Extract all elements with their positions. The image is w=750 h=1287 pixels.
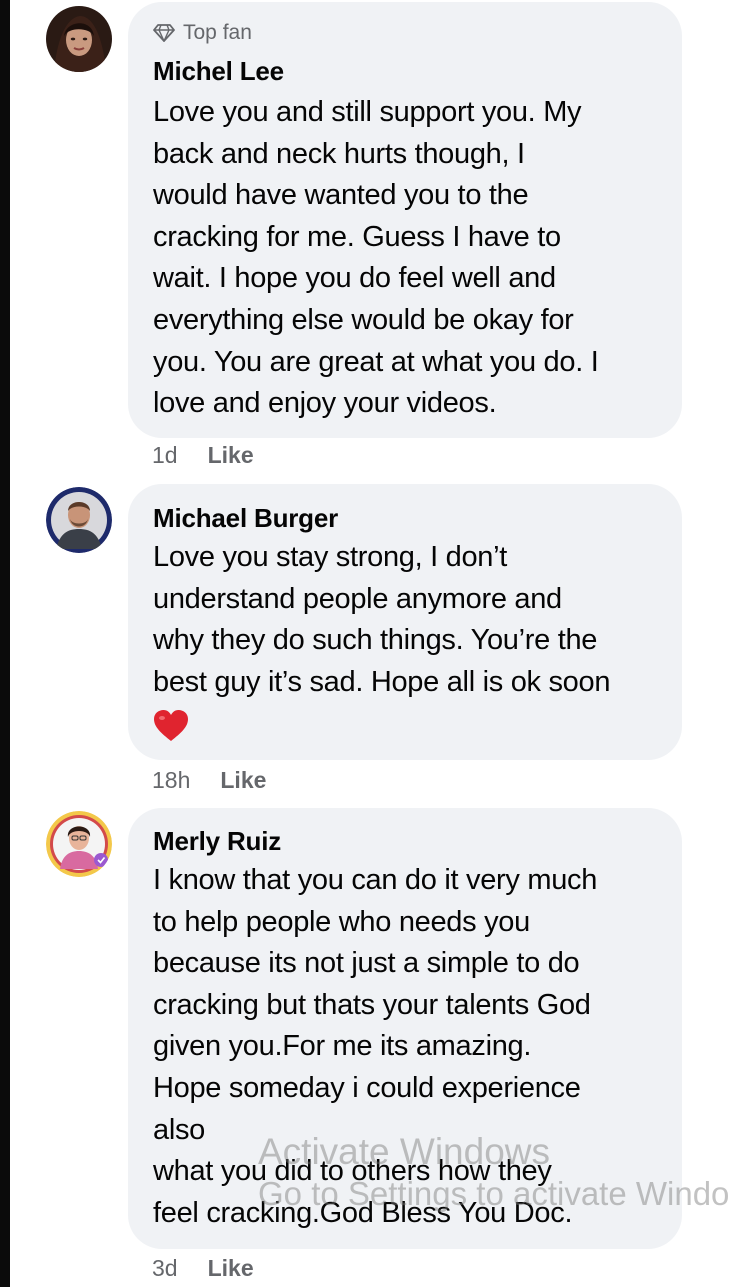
comment-line: you. You are great at what you do. I xyxy=(153,345,599,378)
comment-line: would have wanted you to the xyxy=(153,179,529,212)
avatar-michael-burger[interactable] xyxy=(46,487,112,553)
comment-line: to help people who needs you xyxy=(153,905,530,938)
like-button[interactable]: Like xyxy=(208,1255,254,1282)
comment-timestamp[interactable]: 18h xyxy=(152,767,190,794)
comment-line: back and neck hurts though, I xyxy=(153,137,525,170)
comment-line: why they do such things. You’re the xyxy=(153,624,598,657)
comment-line: Hope someday i could experience xyxy=(153,1071,581,1104)
comment-line: also xyxy=(153,1113,205,1146)
comment-meta: 18h Like xyxy=(152,765,266,795)
comment-text: Love you and still support you. My back … xyxy=(153,92,658,425)
comment-line: cracking for me. Guess I have to xyxy=(153,220,561,253)
comment-meta: 1d Like xyxy=(152,440,254,470)
comment-line: Love you and still support you. My xyxy=(153,96,582,128)
window-edge xyxy=(0,0,10,1287)
heart-emoji xyxy=(153,709,189,748)
comment-line: love and enjoy your videos. xyxy=(153,387,497,420)
comment-line: I know that you can do it very much xyxy=(153,864,598,896)
comment-bubble: Michael Burger Love you stay strong, I d… xyxy=(128,484,682,760)
avatar-michel-lee[interactable] xyxy=(46,6,112,72)
comment-line: wait. I hope you do feel well and xyxy=(153,262,556,295)
like-button[interactable]: Like xyxy=(220,767,266,794)
comment-line: feel cracking.God Bless You Doc. xyxy=(153,1196,573,1229)
comment-line: given you.For me its amazing. xyxy=(153,1030,532,1063)
diamond-icon xyxy=(153,24,175,42)
comment-line: Love you stay strong, I don’t xyxy=(153,541,508,573)
comment-timestamp[interactable]: 1d xyxy=(152,442,178,469)
comment-text: I know that you can do it very much to h… xyxy=(153,860,658,1234)
top-fan-badge: Top fan xyxy=(153,18,658,48)
comment-line: best guy it’s sad. Hope all is ok soon xyxy=(153,665,611,698)
badge-label: Top fan xyxy=(183,21,252,44)
comment-timestamp[interactable]: 3d xyxy=(152,1255,178,1282)
like-button[interactable]: Like xyxy=(208,442,254,469)
comment-line: understand people anymore and xyxy=(153,582,562,615)
comment-author[interactable]: Michael Burger xyxy=(153,501,658,535)
comment-line: because its not just a simple to do xyxy=(153,947,580,980)
comment-author[interactable]: Merly Ruiz xyxy=(153,824,658,858)
comment-line: everything else would be okay for xyxy=(153,303,574,336)
comment-bubble: Merly Ruiz I know that you can do it ver… xyxy=(128,808,682,1249)
comment-line: cracking but thats your talents God xyxy=(153,988,591,1021)
comment-author[interactable]: Michel Lee xyxy=(153,54,658,88)
comment-line: what you did to others how they xyxy=(153,1155,552,1188)
comment-meta: 3d Like xyxy=(152,1253,254,1283)
comment-text: Love you stay strong, I don’t understand… xyxy=(153,537,658,703)
comment-bubble: Top fan Michel Lee Love you and still su… xyxy=(128,2,682,438)
avatar-merly-ruiz[interactable] xyxy=(46,811,112,877)
